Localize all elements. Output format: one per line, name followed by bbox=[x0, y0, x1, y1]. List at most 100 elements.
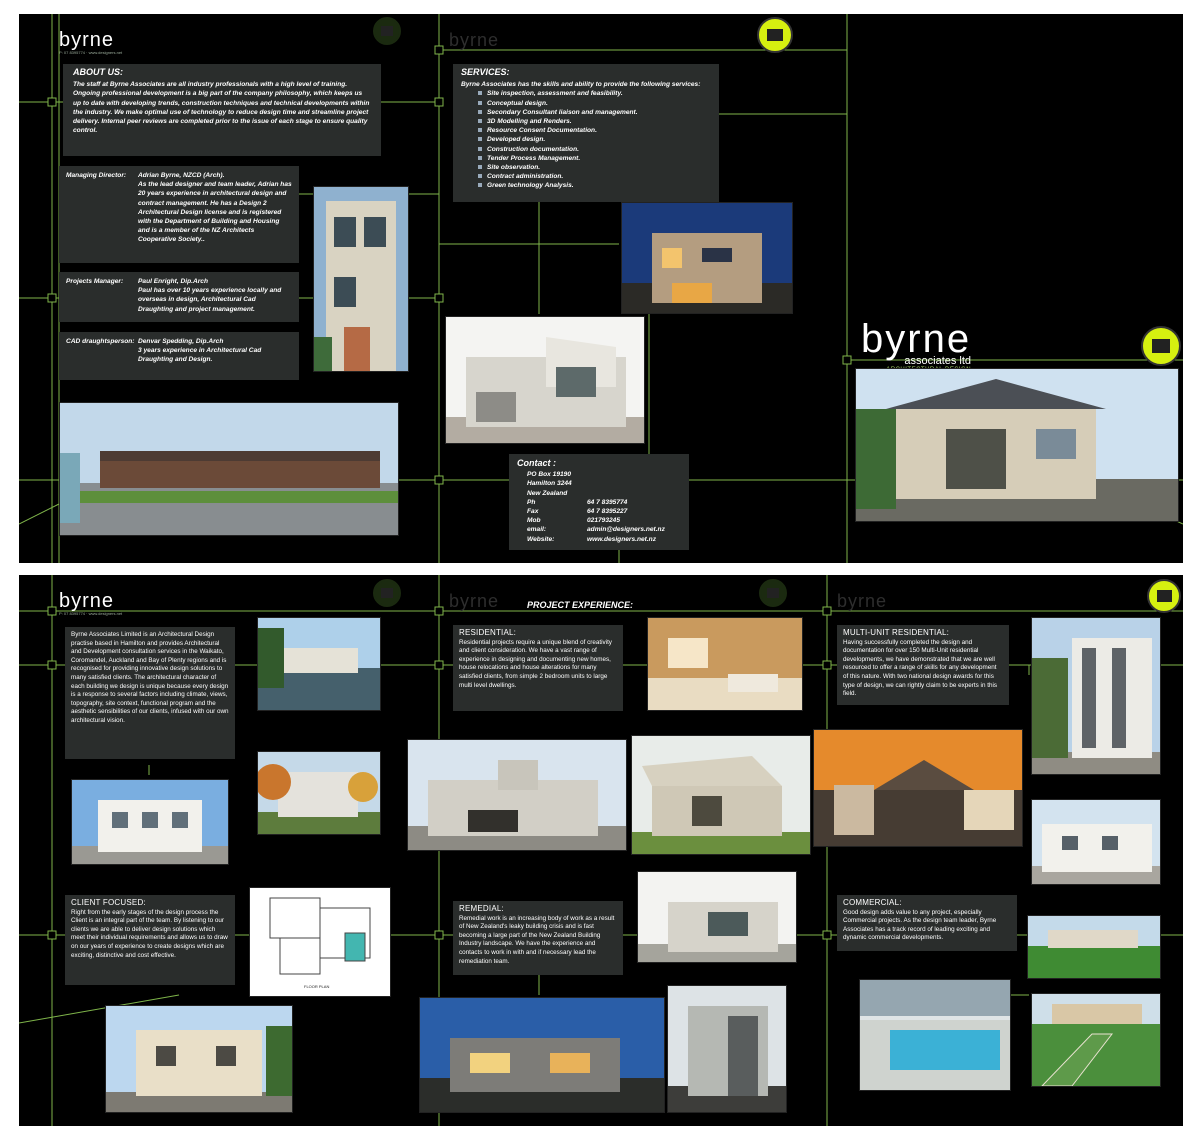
townhouses-photo bbox=[1031, 799, 1161, 885]
staff-name: Adrian Byrne, NZCD (Arch). bbox=[138, 172, 225, 179]
brand-logo: byrne P: 07 8395774 · www.designers.net bbox=[59, 30, 122, 55]
badge-icon bbox=[759, 579, 787, 607]
service-item: Tender Process Management. bbox=[478, 154, 711, 163]
remedial-house-photo bbox=[637, 871, 797, 963]
services-heading: SERVICES: bbox=[461, 67, 510, 77]
interior-lounge-photo bbox=[647, 617, 803, 711]
residential-heading: RESIDENTIAL: bbox=[459, 628, 517, 637]
remedial-panel: REMEDIAL: Remedial work is an increasing… bbox=[453, 901, 623, 975]
contact-label: Mob bbox=[527, 517, 541, 525]
client-focused-panel: CLIENT FOCUSED: Right from the early sta… bbox=[65, 895, 235, 985]
intro-panel: Byrne Associates Limited is an Architect… bbox=[65, 627, 235, 759]
residential-panel: RESIDENTIAL: Residential projects requir… bbox=[453, 625, 623, 711]
project-experience-heading: PROJECT EXPERIENCE: bbox=[527, 600, 634, 610]
townhouse-photo bbox=[313, 186, 409, 372]
waterfront-apartments-photo bbox=[257, 617, 381, 711]
brochure-inside-sheet: byrne P: 07 8395774 · www.designers.net … bbox=[19, 575, 1183, 1126]
ghost-logo: byrne bbox=[449, 30, 500, 50]
residential-body: Residential projects require a unique bl… bbox=[459, 638, 612, 689]
floor-plan-drawing: FLOOR PLAN bbox=[249, 887, 391, 997]
badge-icon bbox=[373, 579, 401, 607]
brand-contact-line: P: 07 8395774 · www.designers.net bbox=[59, 50, 123, 55]
contact-panel: Contact : PO Box 19190 Hamilton 3244 New… bbox=[509, 454, 689, 550]
services-panel: SERVICES: Byrne Associates has the skill… bbox=[453, 64, 719, 202]
multi-unit-body: Having successfully completed the design… bbox=[843, 638, 998, 698]
contact-mobile[interactable]: 021793245 bbox=[587, 516, 620, 525]
cover-wordmark: byrne bbox=[861, 317, 972, 361]
staff-bio: As the lead designer and team leader, Ad… bbox=[138, 181, 292, 244]
cover-logo: byrne associates ltd ARCHITECTURAL DESIG… bbox=[861, 317, 972, 373]
floor-plan-label: FLOOR PLAN bbox=[304, 984, 330, 989]
service-item: 3D Modelling and Renders. bbox=[478, 117, 711, 126]
contact-label: Website: bbox=[527, 535, 555, 543]
badge-icon bbox=[757, 17, 793, 53]
night-house-photo bbox=[621, 202, 793, 314]
ghost-logo: byrne bbox=[837, 591, 888, 611]
contact-email-link[interactable]: admin@designers.net.nz bbox=[587, 525, 665, 534]
modern-house-photo bbox=[445, 316, 645, 444]
service-item: Green technology Analysis. bbox=[478, 181, 711, 190]
contemporary-house-photo bbox=[407, 739, 627, 851]
brochure-outside-sheet: byrne P: 07 8395774 · www.designers.net … bbox=[19, 14, 1183, 563]
commercial-panel: COMMERCIAL: Good design adds value to an… bbox=[837, 895, 1017, 951]
staff-panel-projects: Projects Manager: Paul Enright, Dip.Arch… bbox=[59, 272, 299, 322]
contact-fax: 64 7 8395227 bbox=[587, 508, 628, 516]
about-body: The staff at Byrne Associates are all in… bbox=[73, 81, 370, 135]
apartment-block-photo bbox=[1031, 617, 1161, 775]
badge-icon bbox=[373, 17, 401, 45]
two-storey-house-photo bbox=[71, 779, 229, 865]
contact-address-line: New Zealand bbox=[527, 489, 568, 497]
contact-label: Fax bbox=[527, 508, 539, 516]
clad-house-photo bbox=[667, 985, 787, 1113]
multi-unit-heading: MULTI-UNIT RESIDENTIAL: bbox=[843, 628, 950, 637]
contact-phone[interactable]: 64 7 8395774 bbox=[587, 498, 627, 507]
dusk-house-photo bbox=[419, 997, 665, 1113]
service-item: Contract administration. bbox=[478, 172, 711, 181]
about-panel: ABOUT US: The staff at Byrne Associates … bbox=[63, 64, 381, 156]
sunset-development-photo bbox=[813, 729, 1023, 847]
cream-house-photo bbox=[105, 1005, 293, 1113]
staff-bio: 3 years experience in Architectural Cad … bbox=[138, 347, 262, 364]
ghost-logo: byrne bbox=[449, 591, 500, 611]
service-item: Construction documentation. bbox=[478, 145, 711, 154]
streetscape-render bbox=[59, 402, 399, 536]
cover-house-render bbox=[855, 368, 1179, 522]
pool-interior-photo bbox=[859, 979, 1011, 1091]
staff-panel-director: Managing Director: Adrian Byrne, NZCD (A… bbox=[59, 166, 299, 263]
service-item: Site observation. bbox=[478, 163, 711, 172]
service-item: Resource Consent Documentation. bbox=[478, 126, 711, 135]
intro-body: Byrne Associates Limited is an Architect… bbox=[71, 631, 229, 724]
brand-wordmark: byrne bbox=[59, 590, 115, 612]
staff-bio: Paul has over 10 years experience locall… bbox=[138, 287, 282, 313]
contact-website-link[interactable]: www.designers.net.nz bbox=[587, 535, 656, 544]
services-intro: Byrne Associates has the skills and abil… bbox=[461, 81, 701, 89]
client-focused-heading: CLIENT FOCUSED: bbox=[71, 898, 146, 907]
commercial-body: Good design adds value to any project, e… bbox=[843, 908, 997, 942]
service-item: Conceptual design. bbox=[478, 99, 711, 108]
services-list: Site inspection, assessment and feasibil… bbox=[461, 89, 711, 190]
remedial-heading: REMEDIAL: bbox=[459, 904, 504, 913]
commercial-heading: COMMERCIAL: bbox=[843, 898, 902, 907]
bowling-green-photo bbox=[1027, 915, 1161, 979]
badge-icon bbox=[1147, 579, 1181, 613]
about-heading: ABOUT US: bbox=[73, 67, 123, 77]
brand-logo: byrne P: 07 8395774 · www.designers.net bbox=[59, 591, 122, 616]
contact-heading: Contact : bbox=[517, 458, 556, 468]
staff-role: Projects Manager: bbox=[66, 278, 124, 285]
contact-label: Ph bbox=[527, 498, 536, 506]
contact-address-line: Hamilton 3244 bbox=[527, 480, 572, 488]
service-item: Developed design. bbox=[478, 135, 711, 144]
brand-contact-line: P: 07 8395774 · www.designers.net bbox=[59, 611, 123, 616]
badge-icon bbox=[1141, 326, 1181, 366]
staff-panel-cad: CAD draughtsperson: Denvar Spedding, Dip… bbox=[59, 332, 299, 380]
service-item: Secondary Consultant liaison and managem… bbox=[478, 108, 711, 117]
multi-unit-panel: MULTI-UNIT RESIDENTIAL: Having successfu… bbox=[837, 625, 1009, 705]
brand-wordmark: byrne bbox=[59, 29, 115, 51]
remedial-body: Remedial work is an increasing body of w… bbox=[459, 914, 615, 965]
service-item: Site inspection, assessment and feasibil… bbox=[478, 89, 711, 98]
contact-address-line: PO Box 19190 bbox=[527, 471, 571, 479]
staff-role: CAD draughtsperson: bbox=[66, 338, 135, 345]
staff-name: Denvar Spedding, Dip.Arch bbox=[138, 338, 224, 345]
staff-role: Managing Director: bbox=[66, 172, 127, 179]
autumn-house-photo bbox=[257, 751, 381, 835]
